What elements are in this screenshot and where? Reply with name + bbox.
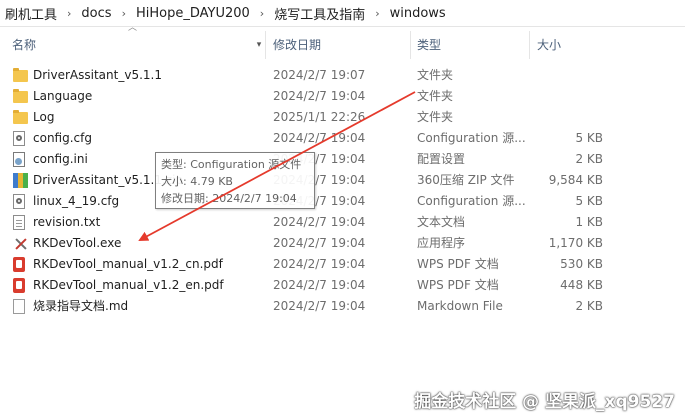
file-type: Markdown File [417, 299, 503, 313]
file-name: RKDevTool.exe [33, 236, 122, 250]
file-row[interactable]: DriverAssitant_v5.1.1 2024/2/7 19:07 文件夹 [0, 65, 685, 86]
column-type-header[interactable]: 类型 [411, 31, 530, 59]
file-date: 2024/2/7 19:04 [273, 257, 366, 271]
breadcrumb-item-1[interactable]: 刷机工具 [2, 4, 60, 23]
column-name-label: 名称 [12, 38, 37, 52]
file-size: 5 KB [575, 131, 603, 145]
chevron-right-icon[interactable]: › [253, 7, 271, 20]
zip-icon [13, 173, 28, 188]
folder-icon [13, 110, 28, 124]
file-type: Configuration 源... [417, 131, 526, 145]
chevron-down-icon[interactable]: ▾ [253, 31, 265, 59]
file-name: 烧录指导文档.md [33, 299, 129, 313]
column-name-header[interactable]: ︿ 名称 ▾ [0, 23, 266, 59]
file-type: 配置设置 [417, 152, 466, 166]
file-size: 2 KB [575, 152, 603, 166]
file-row[interactable]: config.ini 2024/2/7 19:04 配置设置 2 KB [0, 149, 685, 170]
chevron-right-icon[interactable]: › [368, 7, 386, 20]
file-type: WPS PDF 文档 [417, 257, 499, 271]
sort-ascending-icon: ︿ [128, 23, 138, 33]
breadcrumb-item-3[interactable]: HiHope_DAYU200 [133, 6, 253, 21]
tooltip-size: 大小: 4.79 KB [161, 175, 233, 188]
file-size: 2 KB [575, 299, 603, 313]
file-name: linux_4_19.cfg [33, 194, 120, 208]
file-size: 9,584 KB [548, 173, 603, 187]
ini-file-icon [13, 152, 25, 167]
file-row[interactable]: Log 2025/1/1 22:26 文件夹 [0, 107, 685, 128]
column-size-header[interactable]: 大小 [530, 31, 610, 59]
tooltip-type: 类型: Configuration 源文件 [161, 158, 302, 171]
file-type: WPS PDF 文档 [417, 278, 499, 292]
file-row[interactable]: Language 2024/2/7 19:04 文件夹 [0, 86, 685, 107]
file-type: 文件夹 [417, 89, 454, 103]
file-date: 2024/2/7 19:07 [273, 68, 366, 82]
file-date: 2024/2/7 19:04 [273, 299, 366, 313]
file-list: DriverAssitant_v5.1.1 2024/2/7 19:07 文件夹… [0, 65, 685, 317]
file-row[interactable]: config.cfg 2024/2/7 19:04 Configuration … [0, 128, 685, 149]
file-row[interactable]: RKDevTool_manual_v1.2_en.pdf 2024/2/7 19… [0, 275, 685, 296]
file-row[interactable]: revision.txt 2024/2/7 19:04 文本文档 1 KB [0, 212, 685, 233]
file-date: 2024/2/7 19:04 [273, 89, 366, 103]
file-size: 5 KB [575, 194, 603, 208]
file-date: 2024/2/7 19:04 [273, 131, 366, 145]
file-name: config.cfg [33, 131, 92, 145]
file-name: config.ini [33, 152, 88, 166]
folder-icon [13, 68, 28, 82]
column-header: ︿ 名称 ▾ 修改日期 类型 大小 [0, 23, 685, 59]
file-type: 应用程序 [417, 236, 466, 250]
file-size: 1 KB [575, 215, 603, 229]
file-row[interactable]: RKDevTool_manual_v1.2_cn.pdf 2024/2/7 19… [0, 254, 685, 275]
file-row[interactable]: RKDevTool.exe 2024/2/7 19:04 应用程序 1,170 … [0, 233, 685, 254]
file-row[interactable]: DriverAssitant_v5.1.1.zip 2024/2/7 19:04… [0, 170, 685, 191]
file-row[interactable]: linux_4_19.cfg 2024/2/7 19:04 Configurat… [0, 191, 685, 212]
chevron-right-icon[interactable]: › [60, 7, 78, 20]
file-size: 1,170 KB [548, 236, 603, 250]
pdf-icon [13, 257, 25, 272]
file-date: 2024/2/7 19:04 [273, 278, 366, 292]
file-type: 360压缩 ZIP 文件 [417, 173, 515, 187]
file-size: 530 KB [560, 257, 603, 271]
file-type: Configuration 源... [417, 194, 526, 208]
file-name: Language [33, 89, 93, 103]
file-type: 文本文档 [417, 215, 466, 229]
file-type: 文件夹 [417, 68, 454, 82]
watermark: 掘金技术社区 @ 坚果派_xq9527 [414, 392, 675, 412]
address-bar[interactable]: 刷机工具 › docs › HiHope_DAYU200 › 烧写工具及指南 ›… [0, 0, 685, 27]
gear-file-icon [13, 131, 25, 146]
column-date-header[interactable]: 修改日期 [266, 31, 411, 59]
md-file-icon [13, 299, 25, 314]
file-name: revision.txt [33, 215, 101, 229]
pdf-icon [13, 278, 25, 293]
file-date: 2024/2/7 19:04 [273, 215, 366, 229]
breadcrumb-item-2[interactable]: docs [78, 6, 114, 21]
text-file-icon [13, 215, 25, 230]
file-date: 2024/2/7 19:04 [273, 236, 366, 250]
breadcrumb-item-5[interactable]: windows [387, 6, 449, 21]
file-name: RKDevTool_manual_v1.2_cn.pdf [33, 257, 223, 271]
file-row[interactable]: 烧录指导文档.md 2024/2/7 19:04 Markdown File 2… [0, 296, 685, 317]
chevron-right-icon[interactable]: › [115, 7, 133, 20]
file-name: DriverAssitant_v5.1.1 [33, 68, 162, 82]
exe-icon [13, 236, 28, 251]
breadcrumb-item-4[interactable]: 烧写工具及指南 [271, 4, 368, 23]
file-tooltip: 类型: Configuration 源文件 大小: 4.79 KB 修改日期: … [155, 152, 315, 209]
file-name: RKDevTool_manual_v1.2_en.pdf [33, 278, 224, 292]
tooltip-date: 修改日期: 2024/2/7 19:04 [161, 192, 297, 205]
file-name: Log [33, 110, 55, 124]
gear-file-icon [13, 194, 25, 209]
file-size: 448 KB [560, 278, 603, 292]
file-type: 文件夹 [417, 110, 454, 124]
file-date: 2025/1/1 22:26 [273, 110, 366, 124]
folder-icon [13, 89, 28, 103]
